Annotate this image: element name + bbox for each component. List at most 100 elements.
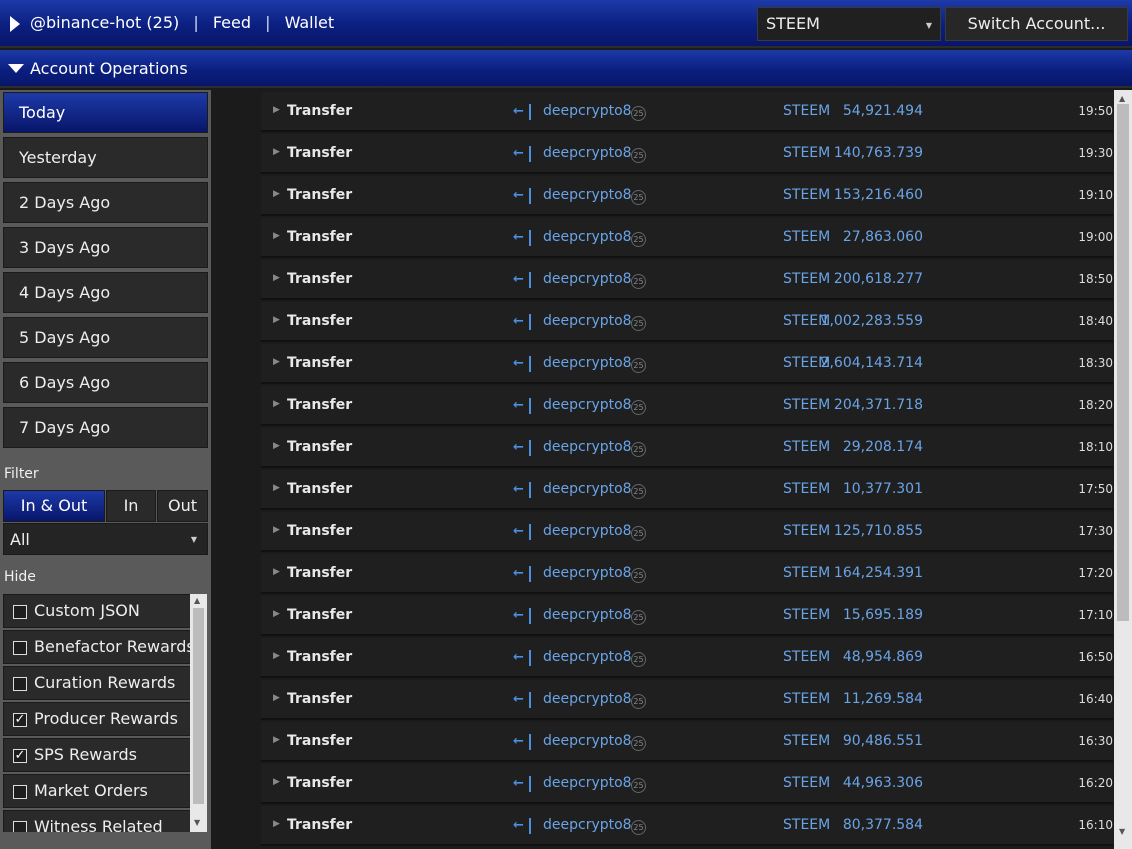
operation-row[interactable]: ▶ Transfer ← deepcrypto8 25 STEEM 48,954.869 16… xyxy=(261,638,1113,678)
day-button[interactable]: 6 Days Ago xyxy=(3,362,208,403)
operation-row[interactable]: ▶ Transfer ← deepcrypto8 25 STEEM 90,486.551 16… xyxy=(261,722,1113,762)
operations-list: ▶ Transfer ← deepcrypto8 25 STEEM 54,921.494 19… xyxy=(211,90,1114,849)
account-link[interactable]: deepcrypto8 xyxy=(543,817,632,833)
account-link[interactable]: deepcrypto8 xyxy=(543,733,632,749)
operation-row[interactable]: ▶ Transfer ← deepcrypto8 25 STEEM 29,208.174 18… xyxy=(261,428,1113,468)
amount: 29,208.174 xyxy=(842,439,923,455)
account-link[interactable]: deepcrypto8 xyxy=(543,313,632,329)
chevron-right-icon[interactable]: ▶ xyxy=(273,693,280,703)
chevron-right-icon[interactable]: ▶ xyxy=(273,189,280,199)
chevron-right-icon[interactable]: ▶ xyxy=(273,105,280,115)
day-button[interactable]: 7 Days Ago xyxy=(3,407,208,448)
operation-row[interactable]: ▶ Transfer ← deepcrypto8 25 STEEM 10,377.301 17… xyxy=(261,470,1113,510)
scroll-down-icon[interactable]: ▼ xyxy=(1119,827,1125,836)
hide-list-scrollbar[interactable]: ▲ ▼ xyxy=(190,594,207,832)
account-link[interactable]: deepcrypto8 xyxy=(543,145,632,161)
account-link[interactable]: deepcrypto8 xyxy=(543,481,632,497)
operation-row[interactable]: ▶ Transfer ← deepcrypto8 25 STEEM 54,921.494 19… xyxy=(261,92,1113,132)
hide-option[interactable]: Custom JSON xyxy=(3,594,191,628)
scroll-up-icon[interactable]: ▲ xyxy=(1119,94,1125,103)
operation-row[interactable]: ▶ Transfer ← deepcrypto8 25 STEEM 140,763.739 1… xyxy=(261,134,1113,174)
operation-row[interactable]: ▶ Transfer ← deepcrypto8 25 STEEM 44,963.306 16… xyxy=(261,764,1113,804)
chevron-right-icon[interactable]: ▶ xyxy=(273,441,280,451)
feed-link[interactable]: Feed xyxy=(213,13,251,32)
account-link[interactable]: deepcrypto8 xyxy=(543,775,632,791)
account-link[interactable]: deepcrypto8 xyxy=(543,229,632,245)
account-link[interactable]: @binance-hot (25) xyxy=(30,13,179,32)
chevron-right-icon[interactable]: ▶ xyxy=(273,483,280,493)
day-button[interactable]: 5 Days Ago xyxy=(3,317,208,358)
account-link[interactable]: deepcrypto8 xyxy=(543,649,632,665)
account-link[interactable]: deepcrypto8 xyxy=(543,691,632,707)
chevron-right-icon[interactable]: ▶ xyxy=(273,357,280,367)
checkbox-icon[interactable] xyxy=(13,605,27,619)
hide-option-label: SPS Rewards xyxy=(34,745,137,764)
chevron-right-icon[interactable]: ▶ xyxy=(273,819,280,829)
operations-scrollbar[interactable]: ▲ ▼ xyxy=(1114,90,1132,849)
account-link[interactable]: deepcrypto8 xyxy=(543,607,632,623)
chevron-right-icon[interactable]: ▶ xyxy=(273,273,280,283)
scroll-up-icon[interactable]: ▲ xyxy=(194,596,200,605)
chevron-right-icon[interactable]: ▶ xyxy=(273,231,280,241)
operation-row[interactable]: ▶ Transfer ← deepcrypto8 25 STEEM 200,618.277 1… xyxy=(261,260,1113,300)
operation-row[interactable]: ▶ Transfer ← deepcrypto8 25 STEEM 2,604,143.71… xyxy=(261,344,1113,384)
account-link[interactable]: deepcrypto8 xyxy=(543,439,632,455)
day-button[interactable]: 4 Days Ago xyxy=(3,272,208,313)
operation-row[interactable]: ▶ Transfer ← deepcrypto8 25 STEEM 27,863.060 19… xyxy=(261,218,1113,258)
checkbox-icon[interactable]: ✓ xyxy=(13,749,27,763)
chevron-right-icon[interactable]: ▶ xyxy=(273,777,280,787)
scroll-down-icon[interactable]: ▼ xyxy=(194,818,200,827)
checkbox-icon[interactable] xyxy=(13,821,27,832)
scrollbar-thumb[interactable] xyxy=(1117,104,1129,621)
hide-option[interactable]: Witness Related xyxy=(3,810,191,832)
operation-row[interactable]: ▶ Transfer ← deepcrypto8 25 STEEM 204,371.718 1… xyxy=(261,386,1113,426)
account-link[interactable]: deepcrypto8 xyxy=(543,355,632,371)
filter-in-out-button[interactable]: In & Out xyxy=(3,490,105,522)
hide-option[interactable]: ✓ Producer Rewards xyxy=(3,702,191,736)
hide-option[interactable]: Benefactor Rewards xyxy=(3,630,195,664)
filter-out-button[interactable]: Out xyxy=(157,490,208,522)
chevron-right-icon[interactable]: ▶ xyxy=(273,609,280,619)
operation-row[interactable]: ▶ Transfer ← deepcrypto8 25 STEEM 125,710.855 1… xyxy=(261,512,1113,552)
account-link[interactable]: deepcrypto8 xyxy=(543,397,632,413)
account-link[interactable]: deepcrypto8 xyxy=(543,523,632,539)
day-button[interactable]: 3 Days Ago xyxy=(3,227,208,268)
checkbox-icon[interactable]: ✓ xyxy=(13,713,27,727)
switch-account-button[interactable]: Switch Account... xyxy=(945,7,1128,41)
filter-in-button[interactable]: In xyxy=(106,490,156,522)
operation-row[interactable]: ▶ Transfer ← deepcrypto8 25 STEEM 80,377.584 16… xyxy=(261,806,1113,846)
checkbox-icon[interactable] xyxy=(13,785,27,799)
chevron-right-icon[interactable]: ▶ xyxy=(273,651,280,661)
coin-select[interactable]: STEEM ▼ xyxy=(757,7,941,41)
hide-option[interactable]: Market Orders xyxy=(3,774,191,808)
account-link[interactable]: deepcrypto8 xyxy=(543,271,632,287)
operation-row[interactable]: ▶ Transfer ← deepcrypto8 25 STEEM 153,216.460 1… xyxy=(261,176,1113,216)
operation-row[interactable]: ▶ Transfer ← deepcrypto8 25 STEEM 11,269.584 16… xyxy=(261,680,1113,720)
wallet-link[interactable]: Wallet xyxy=(285,13,335,32)
checkbox-icon[interactable] xyxy=(13,641,27,655)
chevron-right-icon[interactable]: ▶ xyxy=(273,735,280,745)
hide-option[interactable]: ✓ SPS Rewards xyxy=(3,738,191,772)
chevron-right-icon[interactable]: ▶ xyxy=(273,567,280,577)
play-triangle-icon[interactable] xyxy=(10,16,20,32)
hide-option[interactable]: Curation Rewards xyxy=(3,666,191,700)
chevron-right-icon[interactable]: ▶ xyxy=(273,147,280,157)
day-button[interactable]: 2 Days Ago xyxy=(3,182,208,223)
day-button[interactable]: Today xyxy=(3,92,208,133)
operation-row[interactable]: ▶ Transfer ← deepcrypto8 25 STEEM 1,002,283.55… xyxy=(261,302,1113,342)
chevron-right-icon[interactable]: ▶ xyxy=(273,315,280,325)
chevron-right-icon[interactable]: ▶ xyxy=(273,525,280,535)
section-header[interactable]: Account Operations xyxy=(0,50,1132,88)
checkbox-icon[interactable] xyxy=(13,677,27,691)
type-filter-select[interactable]: All ▼ xyxy=(3,523,208,555)
incoming-arrow-icon: ← xyxy=(513,188,531,204)
account-link[interactable]: deepcrypto8 xyxy=(543,565,632,581)
account-link[interactable]: deepcrypto8 xyxy=(543,187,632,203)
day-button[interactable]: Yesterday xyxy=(3,137,208,178)
chevron-right-icon[interactable]: ▶ xyxy=(273,399,280,409)
scrollbar-thumb[interactable] xyxy=(193,608,204,804)
operation-row[interactable]: ▶ Transfer ← deepcrypto8 25 STEEM 164,254.391 1… xyxy=(261,554,1113,594)
account-link[interactable]: deepcrypto8 xyxy=(543,103,632,119)
operation-row[interactable]: ▶ Transfer ← deepcrypto8 25 STEEM 15,695.189 17… xyxy=(261,596,1113,636)
timestamp: 16:50 xyxy=(1078,650,1113,664)
